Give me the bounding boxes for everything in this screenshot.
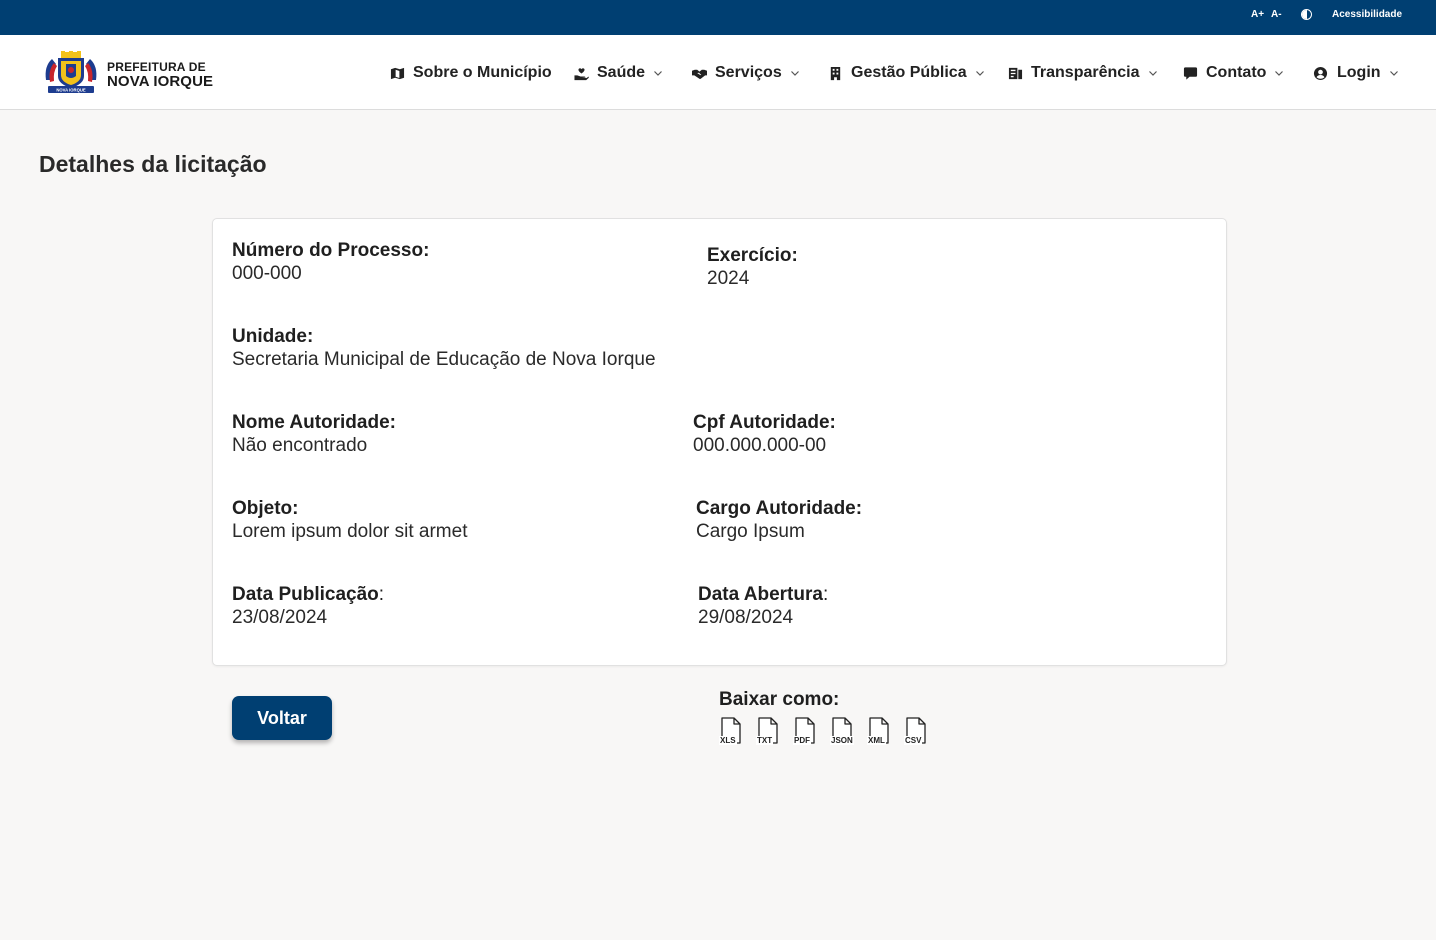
- font-increase-button[interactable]: A+: [1251, 9, 1264, 21]
- field-label: Nome Autoridade:: [232, 412, 396, 433]
- nav-contato[interactable]: Contato: [1183, 63, 1284, 83]
- chevron-down-icon: [1389, 71, 1398, 76]
- nav-transparencia[interactable]: Transparência: [1008, 63, 1158, 83]
- nav-label: Sobre o Município: [413, 64, 552, 81]
- field-value: Não encontrado: [232, 435, 368, 456]
- download-xls-button[interactable]: XLS: [719, 717, 745, 747]
- field-label: Cargo Autoridade:: [696, 498, 863, 519]
- download-label: Baixar como:: [719, 689, 840, 710]
- building-icon: [830, 66, 841, 80]
- nav-sobre-municipio[interactable]: Sobre o Município: [390, 63, 552, 83]
- field-nome-autoridade: Nome Autoridade: Não encontrado: [232, 411, 396, 457]
- format-label: TXT: [756, 736, 774, 745]
- nav-label: Gestão Pública: [851, 64, 967, 81]
- format-label: CSV: [904, 736, 923, 745]
- field-unidade: Unidade: Secretaria Municipal de Educaçã…: [232, 325, 656, 371]
- main-navbar: NOVA IORQUE PREFEITURA DE NOVA IORQUE So…: [0, 35, 1436, 110]
- field-label: Exercício:: [707, 245, 798, 266]
- field-value: 000.000.000-00: [693, 435, 827, 456]
- field-cargo-autoridade: Cargo Autoridade: Cargo Ipsum: [696, 497, 862, 543]
- field-value: Lorem ipsum dolor sit armet: [232, 521, 468, 542]
- accessibility-link[interactable]: Acessibilidade: [1332, 9, 1402, 21]
- nav-label: Saúde: [597, 64, 646, 81]
- nav-label: Transparência: [1031, 64, 1140, 81]
- chevron-down-icon: [975, 71, 984, 76]
- field-value: 29/08/2024: [698, 607, 794, 628]
- download-csv-button[interactable]: CSV: [904, 717, 930, 747]
- hand-heart-icon: [574, 67, 589, 80]
- accessibility-bar: A+ A- Acessibilidade: [0, 0, 1436, 35]
- format-label: XML: [867, 736, 886, 745]
- field-label: Data Abertura:: [698, 583, 828, 606]
- field-data-abertura: Data Abertura: 29/08/2024: [698, 583, 828, 629]
- field-value: Cargo Ipsum: [696, 521, 805, 542]
- nav-label: Serviços: [715, 64, 782, 81]
- chat-icon: [1183, 66, 1198, 80]
- font-decrease-button[interactable]: A-: [1271, 9, 1282, 21]
- field-label: Unidade:: [232, 326, 314, 347]
- brand-name[interactable]: PREFEITURA DE NOVA IORQUE: [107, 61, 213, 89]
- chevron-down-icon: [790, 71, 799, 76]
- nav-gestao-publica[interactable]: Gestão Pública: [828, 63, 985, 83]
- nav-label: Login: [1337, 64, 1381, 81]
- format-label: XLS: [719, 736, 737, 745]
- back-button[interactable]: Voltar: [232, 696, 332, 740]
- field-value: 23/08/2024: [232, 607, 328, 628]
- format-label: PDF: [793, 736, 811, 745]
- page-title: Detalhes da licitação: [39, 151, 267, 177]
- bid-details-card: Número do Processo: 000-000 Exercício: 2…: [212, 218, 1227, 666]
- emblem-text: NOVA IORQUE: [56, 88, 86, 93]
- field-value: Secretaria Municipal de Educação de Nova…: [232, 349, 656, 370]
- chevron-down-icon: [1148, 71, 1157, 76]
- nav-label: Contato: [1206, 64, 1267, 81]
- city-emblem-logo[interactable]: NOVA IORQUE: [44, 50, 98, 94]
- brand-line-2: NOVA IORQUE: [107, 73, 214, 90]
- field-value: 000-000: [232, 263, 302, 284]
- user-circle-icon: [1313, 66, 1328, 80]
- chevron-down-icon: [1275, 71, 1284, 76]
- nav-login[interactable]: Login: [1313, 63, 1399, 83]
- field-label: Número do Processo:: [232, 240, 430, 261]
- field-exercicio: Exercício: 2024: [707, 244, 798, 290]
- document-icon: [1008, 67, 1023, 79]
- field-label-text: Data Abertura: [698, 584, 823, 605]
- handshake-icon: [692, 69, 707, 79]
- brand-line-1: PREFEITURA DE: [107, 60, 206, 74]
- download-pdf-button[interactable]: PDF: [793, 717, 819, 747]
- contrast-icon[interactable]: [1301, 9, 1312, 20]
- field-numero-processo: Número do Processo: 000-000: [232, 239, 429, 285]
- chevron-down-icon: [654, 71, 662, 76]
- nav-servicos[interactable]: Serviços: [692, 63, 800, 83]
- download-txt-button[interactable]: TXT: [756, 717, 782, 747]
- field-label-colon: :: [822, 584, 829, 605]
- nav-saude[interactable]: Saúde: [574, 63, 663, 83]
- format-label: JSON: [830, 736, 854, 745]
- download-json-button[interactable]: JSON: [830, 717, 856, 747]
- field-objeto: Objeto: Lorem ipsum dolor sit armet: [232, 497, 467, 543]
- field-label: Data Publicação:: [232, 583, 384, 606]
- field-label-text: Data Publicação: [232, 584, 379, 605]
- field-label: Objeto:: [232, 498, 299, 519]
- field-label-colon: :: [378, 584, 385, 605]
- field-cpf-autoridade: Cpf Autoridade: 000.000.000-00: [693, 411, 836, 457]
- map-icon: [390, 67, 405, 79]
- field-value: 2024: [707, 268, 750, 289]
- field-data-publicacao: Data Publicação: 23/08/2024: [232, 583, 384, 629]
- download-xml-button[interactable]: XML: [867, 717, 893, 747]
- field-label: Cpf Autoridade:: [693, 412, 836, 433]
